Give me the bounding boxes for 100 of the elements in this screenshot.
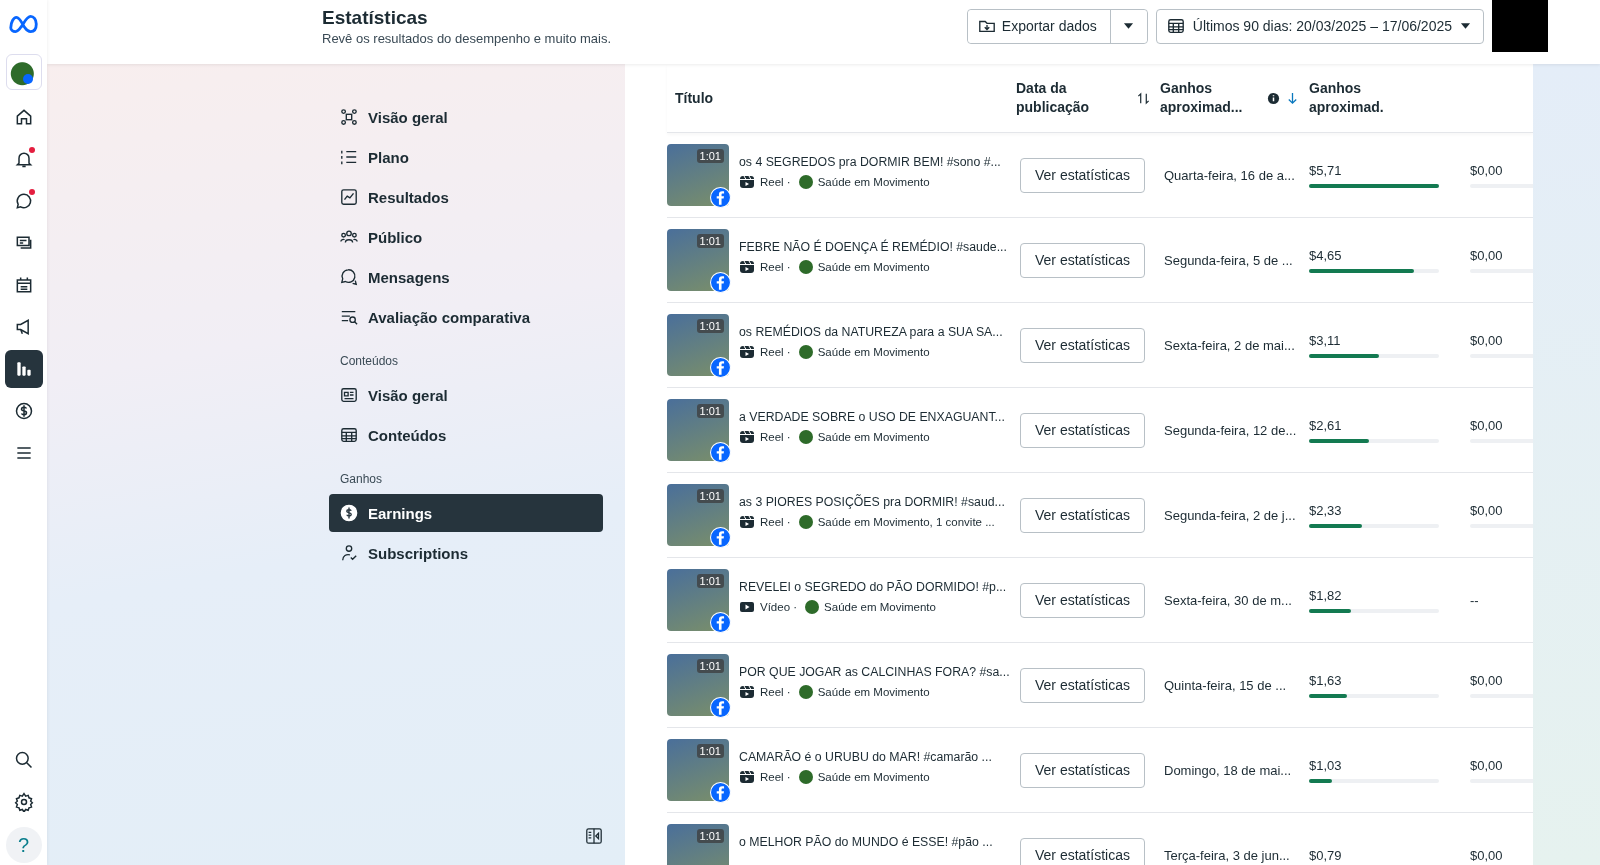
earnings-value: $0,00: [1470, 757, 1503, 773]
video-title[interactable]: os REMÉDIOS da NATUREZA para a SUA SA...: [739, 325, 1003, 339]
video-title[interactable]: CAMARÃO é o URUBU do MAR! #camarão ...: [739, 750, 992, 764]
help-button[interactable]: ?: [5, 827, 42, 863]
reel-icon: [739, 174, 755, 190]
page-avatar: [798, 260, 813, 274]
facebook-icon: [710, 272, 731, 293]
content-type: Vídeo ·: [760, 601, 798, 613]
reel-icon: [739, 769, 755, 785]
content-type: Reel ·: [760, 771, 791, 783]
view-stats-button[interactable]: Ver estatísticas: [1020, 157, 1145, 193]
earnings-value: $3,11: [1309, 332, 1341, 348]
reel-icon: [739, 429, 755, 445]
reel-icon: [739, 514, 755, 530]
video-thumbnail[interactable]: 1:01: [667, 144, 729, 206]
page-name: Saúde em Movimento: [817, 686, 930, 698]
earnings-value: $1,63: [1309, 672, 1342, 688]
reel-icon: [739, 259, 755, 275]
date-range-dropdown[interactable]: Últimos 90 dias: 20/03/2025 – 17/06/2025: [1155, 8, 1484, 44]
view-stats-button[interactable]: Ver estatísticas: [1020, 667, 1145, 703]
view-stats-button[interactable]: Ver estatísticas: [1020, 327, 1145, 363]
page-subtitle: Revê os resultados do desempenho e muito mais.: [322, 31, 612, 46]
search-icon: [13, 750, 34, 770]
earnings-value: $1,03: [1309, 757, 1342, 773]
video-thumbnail[interactable]: 1:01: [667, 399, 729, 461]
caret-icon: [1460, 22, 1471, 30]
earnings-value: $2,61: [1309, 417, 1342, 433]
video-title[interactable]: as 3 PIORES POSIÇÕES pra DORMIR! #saud...: [739, 495, 1005, 509]
video-thumbnail[interactable]: 1:01: [667, 314, 729, 376]
page-title: Estatísticas: [322, 7, 429, 29]
table-cell-text: Quinta-feira, 15 de ...: [1163, 676, 1288, 695]
page-avatar: [798, 685, 813, 699]
video-title[interactable]: a VERDADE SOBRE o USO DE ENXAGUANT...: [739, 410, 1005, 424]
nav-item[interactable]: Visão geral: [329, 98, 603, 136]
page-avatar: [805, 600, 820, 614]
card-icon: [340, 386, 358, 404]
video-thumbnail[interactable]: 1:01: [667, 569, 729, 631]
nav-item[interactable]: Visão geral: [329, 376, 603, 414]
facebook-icon: [710, 612, 731, 633]
video-title[interactable]: POR QUE JOGAR as CALCINHAS FORA? #sa...: [739, 665, 1010, 679]
nav-item[interactable]: Resultados: [329, 178, 603, 216]
nav-item[interactable]: Conteúdos: [329, 416, 603, 454]
video-thumbnail[interactable]: 1:01: [667, 229, 729, 291]
nav-item[interactable]: Mensagens: [329, 258, 603, 296]
facebook-icon: [710, 782, 731, 803]
earnings-value: $1,82: [1309, 587, 1342, 603]
sort-icon[interactable]: [1137, 91, 1150, 105]
facebook-icon: [710, 187, 731, 208]
profile-avatar[interactable]: [5, 54, 42, 90]
messages-icon: [340, 268, 358, 286]
facebook-icon: [710, 527, 731, 548]
caret-icon: [1123, 22, 1135, 30]
page-name: Saúde em Movimento: [824, 601, 936, 613]
video-icon: [739, 599, 755, 615]
nav-item[interactable]: Avaliação comparativa: [329, 298, 603, 336]
video-thumbnail[interactable]: 1:01: [667, 484, 729, 546]
earnings-value: $0,00: [1470, 417, 1503, 433]
video-title[interactable]: os 4 SEGREDOS pra DORMIR BEM! #sono #...: [739, 155, 1001, 169]
logo-icon[interactable]: [6, 12, 41, 36]
info-icon[interactable]: [1267, 91, 1280, 105]
view-stats-button[interactable]: Ver estatísticas: [1020, 412, 1145, 448]
view-stats-button[interactable]: Ver estatísticas: [1020, 752, 1145, 788]
page-name: Saúde em Movimento: [817, 176, 930, 188]
page-name: Saúde em Movimento, 1 convite ...: [817, 516, 995, 528]
video-title[interactable]: o MELHOR PÃO do MUNDO é ESSE! #pão ...: [739, 835, 993, 849]
benchmark-icon: [340, 308, 358, 326]
earnings-value: $4,65: [1309, 247, 1342, 263]
table-cell-text: Quarta-feira, 16 de a...: [1163, 166, 1296, 185]
page-avatar: [798, 770, 813, 784]
view-stats-button[interactable]: Ver estatísticas: [1020, 582, 1145, 618]
settings-icon: [13, 792, 34, 812]
duration-badge: 1:01: [696, 404, 724, 418]
duration-badge: 1:01: [696, 234, 724, 248]
view-stats-button[interactable]: Ver estatísticas: [1020, 242, 1145, 278]
nav-item[interactable]: Earnings: [329, 494, 603, 532]
collapse-panel-icon[interactable]: [585, 827, 603, 845]
view-stats-button[interactable]: Ver estatísticas: [1020, 837, 1145, 865]
video-thumbnail[interactable]: 1:01: [667, 739, 729, 801]
nav-item[interactable]: Plano: [329, 138, 603, 176]
duration-badge: 1:01: [696, 489, 724, 503]
earnings-value: $0,00: [1470, 247, 1503, 263]
earnings-value: $0,00: [1470, 847, 1503, 863]
earnings-value: $0,00: [1470, 672, 1503, 688]
table-cell-text: Sexta-feira, 2 de mai...: [1163, 336, 1296, 355]
video-thumbnail[interactable]: 1:01: [667, 824, 729, 865]
nav-item[interactable]: Público: [329, 218, 603, 256]
video-thumbnail[interactable]: 1:01: [667, 654, 729, 716]
earnings-value: $2,33: [1309, 502, 1342, 518]
nav-item[interactable]: Subscriptions: [329, 534, 603, 572]
video-title[interactable]: REVELEI o SEGREDO do PÃO DORMIDO! #p...: [739, 580, 1007, 594]
dollar-icon: [13, 401, 34, 421]
export-button[interactable]: Exportar dados: [967, 9, 1111, 43]
view-stats-button[interactable]: Ver estatísticas: [1020, 497, 1145, 533]
page-name: Saúde em Movimento: [817, 431, 930, 443]
sort-descending-icon[interactable]: [1286, 91, 1299, 105]
video-title[interactable]: FEBRE NÃO É DOENÇA É REMÉDIO! #saude...: [739, 240, 1007, 254]
page-avatar: [798, 345, 813, 359]
section-heading: Conteúdos: [340, 354, 400, 368]
chart-nav-button[interactable]: [4, 350, 43, 388]
table-cell-text: Segunda-feira, 2 de j...: [1163, 506, 1297, 525]
